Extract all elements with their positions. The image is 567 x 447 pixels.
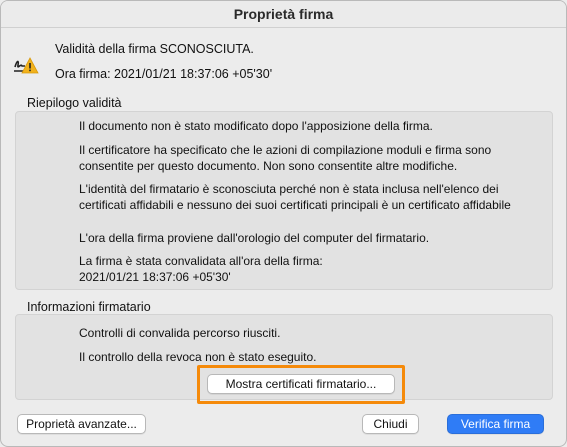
signature-time: Ora firma: 2021/01/21 18:37:06 +05'30' [55, 67, 273, 81]
show-signer-certificates-button[interactable]: Mostra certificati firmatario... [207, 374, 395, 394]
close-button[interactable]: Chiudi [362, 414, 419, 434]
dialog-title: Proprietà firma [1, 1, 566, 28]
signer-info-title: Informazioni firmatario [27, 300, 151, 314]
verify-signature-button[interactable]: Verifica firma [447, 414, 544, 434]
validity-summary-title: Riepilogo validità [27, 96, 122, 110]
signature-properties-dialog: Proprietà firma Validità della firma SCO… [0, 0, 567, 447]
summary-line-unmodified: Il documento non è stato modificato dopo… [79, 119, 433, 133]
signer-line-path: Controlli di convalida percorso riusciti… [79, 326, 281, 340]
summary-line-clock: L'ora della firma proviene dall'orologio… [79, 231, 430, 245]
signature-validity-status: Validità della firma SCONOSCIUTA. [55, 42, 254, 56]
advanced-properties-button[interactable]: Proprietà avanzate... [17, 414, 146, 434]
signature-warning-icon [14, 57, 39, 74]
summary-line-validated: La firma è stata convalidata all'ora del… [79, 254, 323, 284]
summary-line-certifier: Il certificatore ha specificato che le a… [79, 143, 492, 173]
summary-line-identity: L'identità del firmatario è sconosciuta … [79, 182, 511, 212]
signer-line-revocation: Il controllo della revoca non è stato es… [79, 350, 317, 364]
